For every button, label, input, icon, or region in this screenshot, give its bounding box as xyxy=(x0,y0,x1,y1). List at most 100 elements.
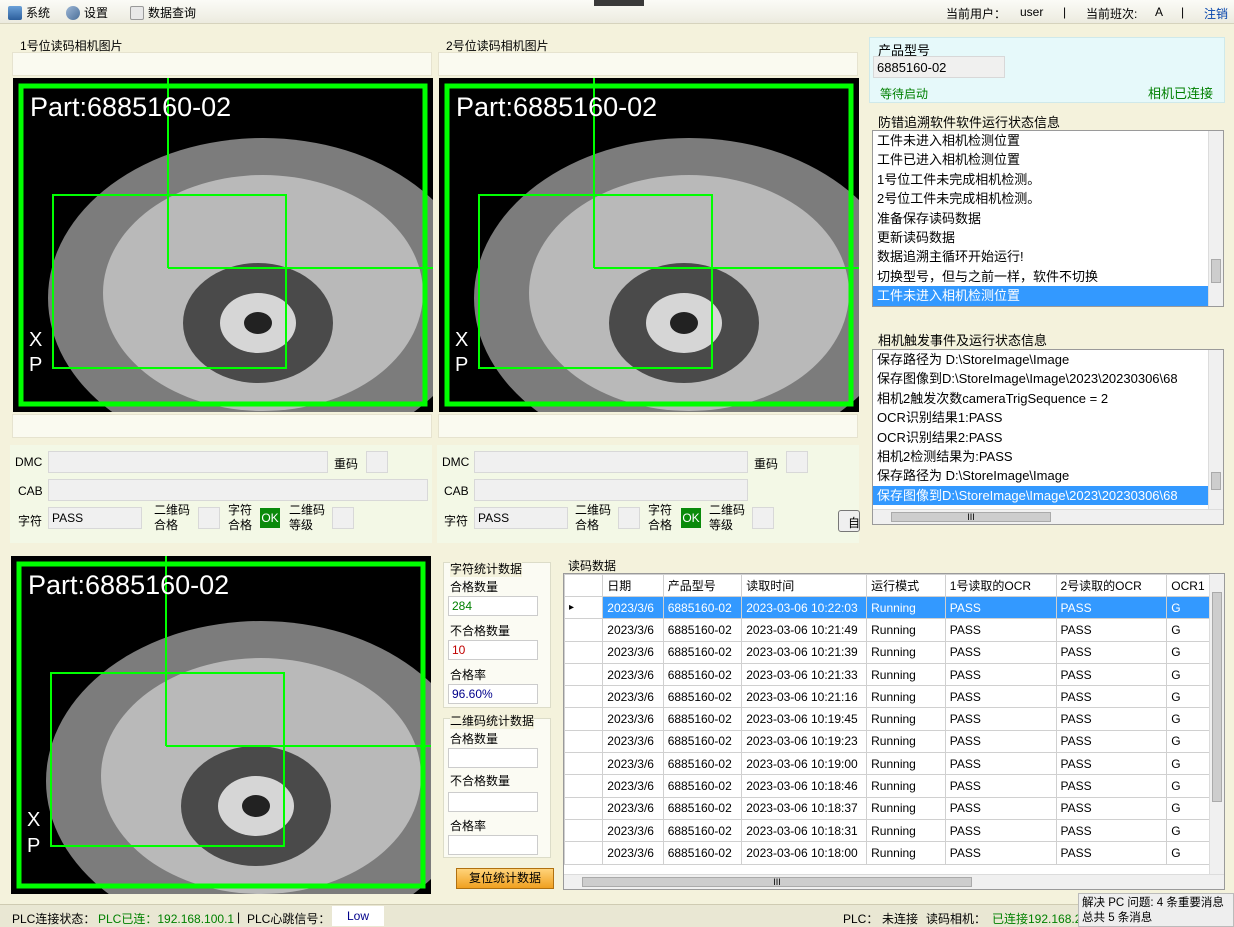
table-cell[interactable]: PASS xyxy=(944,662,1057,687)
table-cell[interactable]: 2023-03-06 10:18:46 xyxy=(741,774,868,798)
list-item[interactable]: 切换型号，但与之前一样，软件不切换 xyxy=(873,267,1223,286)
table-cell[interactable]: PASS xyxy=(944,841,1057,865)
table-cell[interactable]: PASS xyxy=(1055,662,1168,687)
column-header[interactable]: 2号读取的OCR xyxy=(1055,574,1168,597)
notification-popup[interactable]: 解决 PC 问题: 4 条重要消息 总共 5 条消息 xyxy=(1078,893,1234,927)
table-cell[interactable]: 6885160-02 xyxy=(662,640,743,664)
column-header[interactable]: OCR1 xyxy=(1166,574,1210,597)
row-header[interactable] xyxy=(564,796,604,820)
read2-cab-field[interactable] xyxy=(474,479,748,501)
table-cell[interactable]: 6885160-02 xyxy=(662,662,743,687)
table-cell[interactable]: 6885160-02 xyxy=(662,618,743,642)
table-cell[interactable]: 6885160-02 xyxy=(662,796,743,820)
read1-dmc-field[interactable] xyxy=(48,451,328,473)
table-cell[interactable]: PASS xyxy=(1055,841,1168,865)
table-cell[interactable]: 6885160-02 xyxy=(662,729,743,754)
row-header[interactable] xyxy=(564,841,604,865)
list-item[interactable]: 工件未进入相机检测位置 xyxy=(873,131,1223,150)
table-cell[interactable]: 6885160-02 xyxy=(662,818,743,843)
read2-dmc-field[interactable] xyxy=(474,451,748,473)
table-cell[interactable]: 2023/3/6 xyxy=(602,752,664,776)
table-cell[interactable]: 2023/3/6 xyxy=(602,796,664,820)
list-item-selected[interactable]: 保存图像到D:\StoreImage\Image\2023\20230306\6… xyxy=(873,485,1208,506)
read1-cab-field[interactable] xyxy=(48,479,428,501)
table-cell[interactable]: 2023-03-06 10:21:49 xyxy=(741,618,868,642)
table-cell[interactable]: Running xyxy=(866,796,946,820)
table-cell[interactable]: PASS xyxy=(1055,729,1168,754)
table-cell[interactable]: PASS xyxy=(944,595,1057,620)
table-cell[interactable]: 2023/3/6 xyxy=(602,595,664,620)
table-cell[interactable]: PASS xyxy=(1055,640,1168,664)
table-cell[interactable]: 2023-03-06 10:18:37 xyxy=(741,796,868,820)
menu-settings[interactable]: 设置 xyxy=(66,4,108,21)
table-cell[interactable]: 2023/3/6 xyxy=(602,818,664,843)
read2-dup-field[interactable] xyxy=(786,451,808,473)
list-item[interactable]: 工件已进入相机检测位置 xyxy=(873,150,1223,169)
table-cell[interactable]: PASS xyxy=(944,796,1057,820)
table-cell[interactable]: PASS xyxy=(944,818,1057,843)
reset-stats-button[interactable]: 复位统计数据 xyxy=(456,868,554,889)
table-cell[interactable]: G xyxy=(1166,640,1210,664)
table-cell[interactable]: 2023/3/6 xyxy=(602,707,664,731)
table-cell[interactable]: G xyxy=(1166,818,1210,843)
table-row[interactable]: 2023/3/6 6885160-02 2023-03-06 10:19:00 Run… xyxy=(564,752,1210,776)
table-cell[interactable]: PASS xyxy=(1055,618,1168,642)
column-header[interactable]: 产品型号 xyxy=(662,574,743,597)
table-row[interactable]: 2023/3/6 6885160-02 2023-03-06 10:19:45 Run… xyxy=(564,707,1210,731)
row-header[interactable] xyxy=(564,662,604,687)
row-header[interactable] xyxy=(564,752,604,776)
column-header[interactable]: 运行模式 xyxy=(866,574,946,597)
list-item[interactable]: 准备保存读码数据 xyxy=(873,209,1223,228)
list-item[interactable]: OCR识别结果2:PASS xyxy=(873,428,1208,447)
read2-char-field[interactable]: PASS xyxy=(474,507,568,529)
table-cell[interactable]: 2023/3/6 xyxy=(602,729,664,754)
cam2-image[interactable]: Part:6885160-02 X P xyxy=(439,78,859,412)
table-cell[interactable]: Running xyxy=(866,841,946,865)
menu-query[interactable]: 数据查询 xyxy=(130,4,196,21)
table-cell[interactable]: PASS xyxy=(1055,685,1168,709)
table-cell[interactable]: 2023-03-06 10:19:23 xyxy=(741,729,868,754)
table-cell[interactable]: 2023/3/6 xyxy=(602,640,664,664)
table-cell[interactable]: G xyxy=(1166,841,1210,865)
runlog-scrollbar[interactable] xyxy=(1208,131,1223,306)
list-item[interactable]: 数据追溯主循环开始运行! xyxy=(873,247,1223,266)
list-item[interactable]: 2号位工件未完成相机检测。 xyxy=(873,189,1223,208)
table-cell[interactable]: Running xyxy=(866,774,946,798)
table-cell[interactable]: Running xyxy=(866,595,946,620)
list-item[interactable]: 保存图像到D:\StoreImage\Image\2023\20230306\6… xyxy=(873,369,1208,388)
table-cell[interactable]: PASS xyxy=(944,640,1057,664)
table-cell[interactable]: 2023-03-06 10:21:33 xyxy=(741,662,868,687)
menu-system[interactable]: 系统 xyxy=(8,4,50,21)
table-cell[interactable]: 6885160-02 xyxy=(662,685,743,709)
list-item-selected[interactable]: 工件未进入相机检测位置 xyxy=(873,286,1208,306)
camlog-list[interactable]: 保存路径为 D:\StoreImage\Image 保存图像到D:\StoreI… xyxy=(872,349,1224,525)
table-cell[interactable]: PASS xyxy=(944,752,1057,776)
table-cell[interactable]: PASS xyxy=(944,618,1057,642)
table-row[interactable]: 2023/3/6 6885160-02 2023-03-06 10:18:37 Run… xyxy=(564,796,1210,820)
table-cell[interactable]: PASS xyxy=(1055,796,1168,820)
table-cell[interactable]: PASS xyxy=(944,774,1057,798)
auto-button[interactable]: 自 xyxy=(838,510,860,532)
table-cell[interactable]: PASS xyxy=(944,707,1057,731)
table-cell[interactable]: PASS xyxy=(1055,818,1168,843)
read-data-grid[interactable]: 日期 产品型号 读取时间 运行模式 1号读取的OCR 2号读取的OCR OCR1 ▸ 2023… xyxy=(563,573,1225,890)
table-cell[interactable]: G xyxy=(1166,707,1210,731)
table-cell[interactable]: Running xyxy=(866,618,946,642)
grid-vscrollbar[interactable] xyxy=(1209,574,1224,874)
table-cell[interactable]: 2023/3/6 xyxy=(602,841,664,865)
table-cell[interactable]: Running xyxy=(866,729,946,754)
read1-dup-field[interactable] xyxy=(366,451,388,473)
row-header[interactable] xyxy=(564,729,604,754)
table-row[interactable]: 2023/3/6 6885160-02 2023-03-06 10:18:00 Run… xyxy=(564,841,1210,865)
table-cell[interactable]: 2023-03-06 10:22:03 xyxy=(741,595,868,620)
table-cell[interactable]: PASS xyxy=(1055,595,1168,620)
row-header[interactable] xyxy=(564,685,604,709)
list-item[interactable]: 相机2检测结果为:PASS xyxy=(873,447,1208,466)
table-cell[interactable]: G xyxy=(1166,752,1210,776)
table-cell[interactable]: 2023/3/6 xyxy=(602,685,664,709)
camlog-vscrollbar[interactable] xyxy=(1208,350,1223,509)
table-cell[interactable]: Running xyxy=(866,707,946,731)
table-row[interactable]: 2023/3/6 6885160-02 2023-03-06 10:19:23 Run… xyxy=(564,729,1210,754)
scroll-thumb[interactable] xyxy=(1211,472,1221,490)
runlog-list[interactable]: 工件未进入相机检测位置 工件已进入相机检测位置 1号位工件未完成相机检测。 2号… xyxy=(872,130,1224,307)
